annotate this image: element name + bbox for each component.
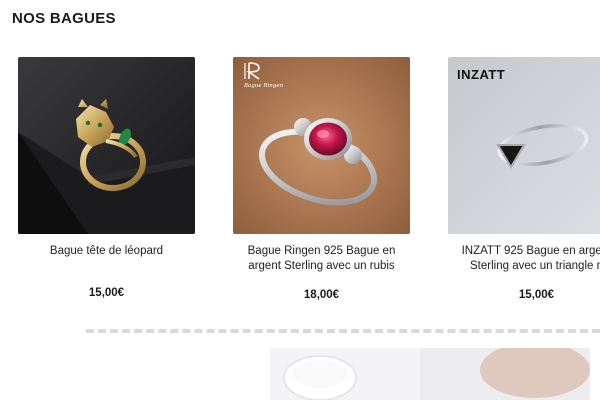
cup-banner-image xyxy=(270,348,590,400)
svg-text:Bague Ringen: Bague Ringen xyxy=(243,83,284,89)
product-image[interactable]: Bague Ringen xyxy=(233,57,410,234)
product-image[interactable] xyxy=(18,57,195,234)
product-name[interactable]: Bague Ringen 925 Bague en argent Sterlin… xyxy=(233,244,410,274)
product-name[interactable]: INZATT 925 Bague en argent Sterling avec… xyxy=(448,244,600,274)
product-card[interactable]: INZATT INZATT 925 Bague en argent Sterli… xyxy=(448,57,600,301)
section-title: NOS BAGUES xyxy=(12,10,116,27)
product-price: 15,00€ xyxy=(518,289,555,301)
product-card[interactable]: Bague Ringen Bague Ringen 925 Bague en a… xyxy=(233,57,410,301)
product-image[interactable]: INZATT xyxy=(448,57,600,234)
brand-label: INZATT xyxy=(457,67,506,82)
product-name[interactable]: Bague tête de léopard xyxy=(18,244,195,259)
product-price: 18,00€ xyxy=(303,289,340,301)
ruby-ring-image: Bague Ringen xyxy=(233,57,410,234)
triangle-ring-image xyxy=(448,57,600,234)
section-divider xyxy=(86,329,600,333)
leopard-ring-image xyxy=(18,57,195,234)
product-price: 15,00€ xyxy=(88,287,125,299)
product-card[interactable]: Bague tête de léopard 15,00€ xyxy=(18,57,195,299)
banner-image[interactable] xyxy=(270,348,590,400)
